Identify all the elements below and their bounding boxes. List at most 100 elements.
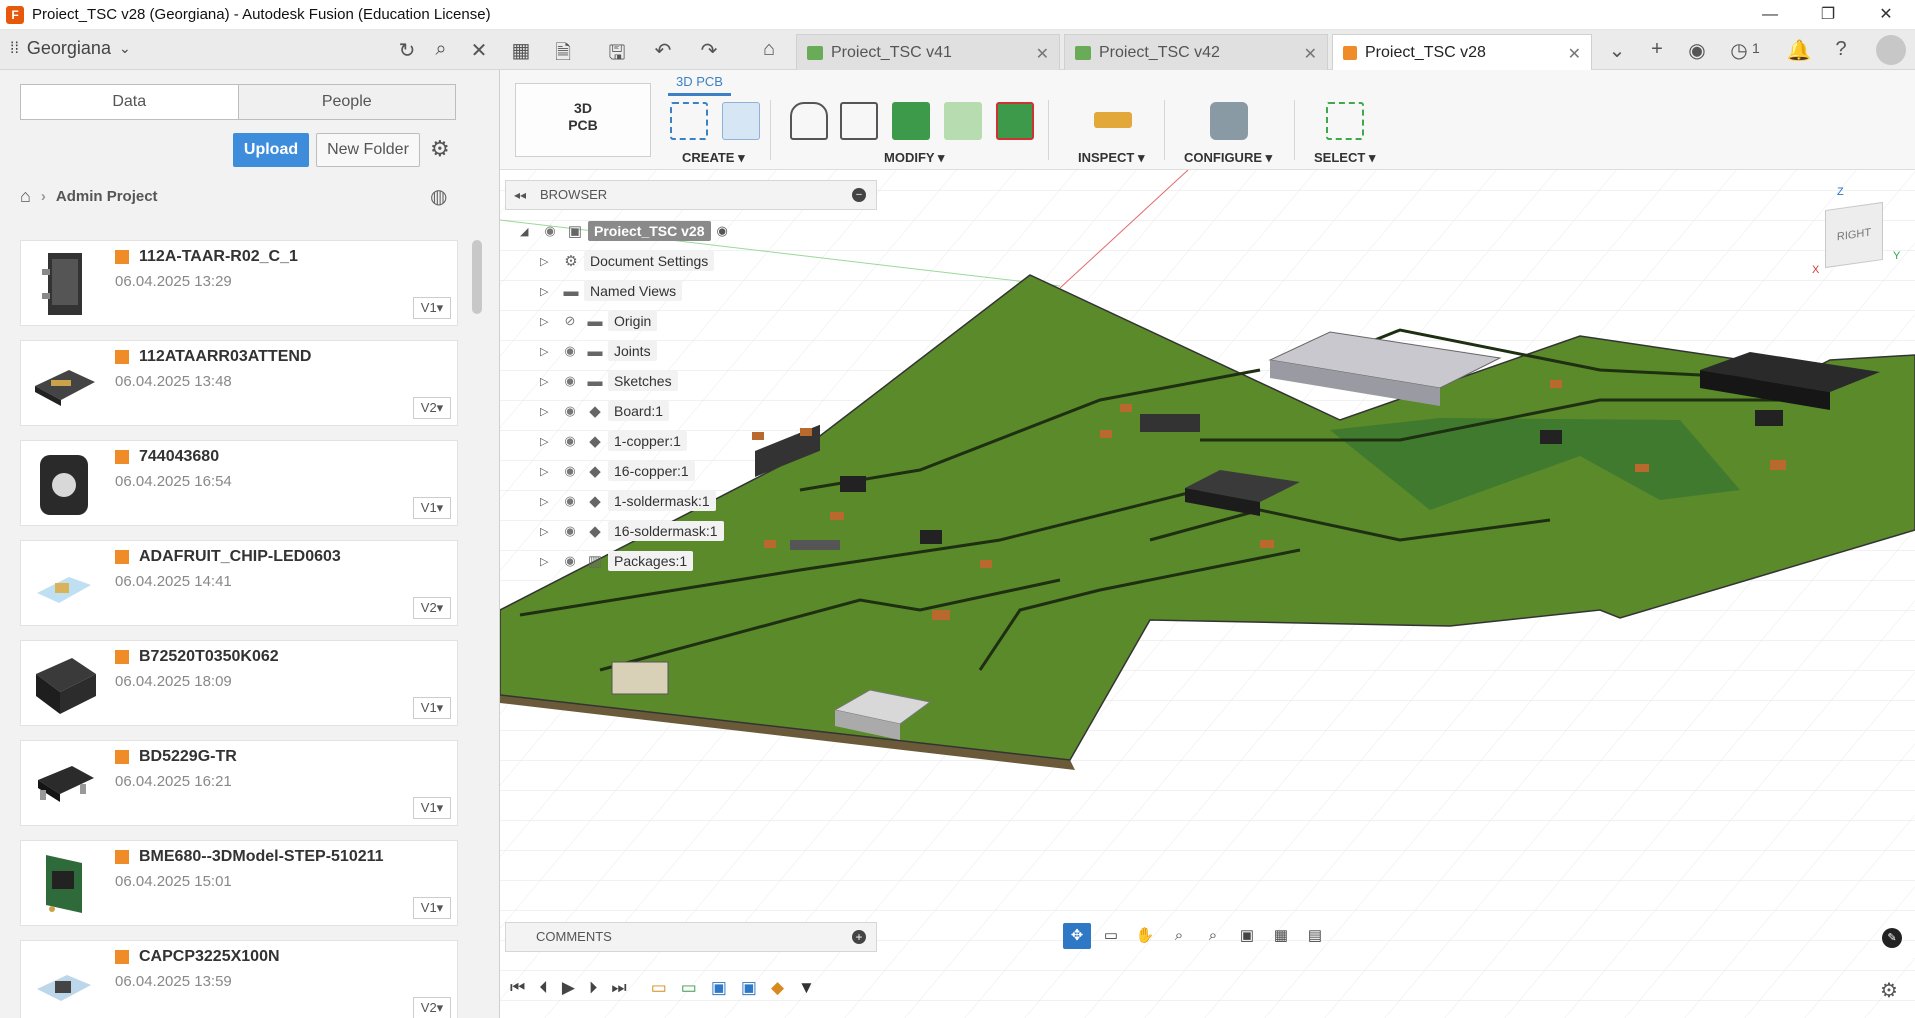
expand-triangle-icon[interactable]: ▷	[540, 255, 558, 268]
move-component-icon[interactable]	[840, 102, 878, 140]
display-settings-icon[interactable]: ▣	[1233, 923, 1261, 949]
version-dropdown[interactable]: V1▾	[413, 497, 451, 519]
create-menu[interactable]: CREATE ▾	[682, 150, 745, 166]
tab-proiect-v41[interactable]: Proiect_TSC v41 ✕	[796, 34, 1060, 70]
timeline-sketch-icon[interactable]: ▭	[651, 978, 667, 998]
undo-icon[interactable]: ↶	[650, 38, 676, 63]
new-folder-button[interactable]: New Folder	[316, 133, 420, 167]
expand-triangle-icon[interactable]: ▷	[540, 315, 558, 328]
home-tab-icon[interactable]: ⌂	[756, 38, 782, 61]
look-at-icon[interactable]: ▭	[1097, 923, 1125, 949]
tree-item[interactable]: ▷ ⊘ ▬ Origin	[540, 308, 658, 334]
pan-icon[interactable]: ✋	[1131, 923, 1159, 949]
go-to-end-icon[interactable]: ⏭	[611, 978, 626, 998]
minimize-icon[interactable]: —	[1741, 0, 1799, 30]
select-menu[interactable]: SELECT ▾	[1314, 150, 1375, 166]
view-cube[interactable]: RIGHT	[1825, 201, 1883, 269]
chat-icon[interactable]: ✎	[1882, 928, 1902, 948]
save-icon[interactable]: 🖫	[604, 38, 630, 72]
version-dropdown[interactable]: V2▾	[413, 397, 451, 419]
tree-item[interactable]: ▷ ◉ ◆ 16-soldermask:1	[540, 518, 724, 544]
activate-radio-icon[interactable]: ◉	[717, 223, 728, 239]
close-tab-icon[interactable]: ✕	[1036, 44, 1049, 64]
tree-item[interactable]: ▷ ⚙ Document Settings	[540, 248, 715, 274]
minimize-panel-icon[interactable]: –	[852, 188, 866, 202]
tab-data[interactable]: Data	[21, 85, 239, 119]
tree-item[interactable]: ▷ ◉ ▬ Joints	[540, 338, 657, 364]
eye-icon[interactable]: ◉	[558, 343, 582, 359]
search-icon[interactable]: ⌕	[428, 38, 454, 61]
comments-panel[interactable]: COMMENTS +	[505, 922, 877, 952]
version-dropdown[interactable]: V1▾	[413, 797, 451, 819]
design-viewport[interactable]: 3D PCB 3D PCB CREATE ▾ MODIFY ▾ INSPECT …	[500, 70, 1915, 1018]
expand-triangle-icon[interactable]: ▷	[540, 465, 558, 478]
globe-icon[interactable]: ◍	[430, 184, 447, 209]
breadcrumb-project[interactable]: Admin Project	[56, 188, 158, 205]
list-item[interactable]: 112ATAARR03ATTEND 06.04.2025 13:48 V2▾	[20, 340, 458, 426]
home-icon[interactable]: ⌂	[20, 186, 31, 207]
list-item[interactable]: BME680--3DModel-STEP-510211 06.04.2025 1…	[20, 840, 458, 926]
list-item[interactable]: ADAFRUIT_CHIP-LED0603 06.04.2025 14:41 V…	[20, 540, 458, 626]
tab-3d-pcb[interactable]: 3D PCB	[668, 74, 731, 96]
notifications-icon[interactable]: 🔔	[1786, 38, 1812, 63]
list-item[interactable]: 112A-TAAR-R02_C_1 06.04.2025 13:29 V1▾	[20, 240, 458, 326]
grid-settings-icon[interactable]: ▦	[1267, 923, 1295, 949]
help-icon[interactable]: ?	[1828, 38, 1854, 61]
eye-icon[interactable]: ◉	[558, 403, 582, 419]
close-tab-icon[interactable]: ✕	[1304, 44, 1317, 64]
component-ic-small[interactable]	[1140, 414, 1200, 432]
browser-panel-header[interactable]: ◂◂ BROWSER –	[505, 180, 877, 210]
redo-icon[interactable]: ↷	[696, 38, 722, 63]
measure-icon[interactable]	[1094, 112, 1132, 128]
timeline-settings-icon[interactable]: ⚙	[1880, 978, 1898, 1003]
expand-triangle-icon[interactable]: ▷	[540, 405, 558, 418]
zoom-icon[interactable]: ⌕	[1165, 923, 1193, 949]
timeline-marker[interactable]: ▼	[798, 978, 815, 998]
pcb-push-icon[interactable]	[892, 102, 930, 140]
expanded-triangle-icon[interactable]: ◢	[520, 225, 538, 238]
collapse-panel-icon[interactable]: ◂◂	[514, 181, 526, 209]
tree-root[interactable]: ◢ ◉ ▣ Proiect_TSC v28 ◉	[520, 218, 728, 244]
version-dropdown[interactable]: V2▾	[413, 997, 451, 1018]
upload-button[interactable]: Upload	[233, 133, 309, 167]
expand-triangle-icon[interactable]: ▷	[540, 555, 558, 568]
version-dropdown[interactable]: V1▾	[413, 897, 451, 919]
expand-triangle-icon[interactable]: ▷	[540, 525, 558, 538]
tree-item[interactable]: ▷ ◉ ▬ Sketches	[540, 368, 678, 394]
tab-people[interactable]: People	[238, 85, 455, 119]
expand-triangle-icon[interactable]: ▷	[540, 375, 558, 388]
configure-menu[interactable]: CONFIGURE ▾	[1184, 150, 1272, 166]
file-menu-icon[interactable]: 🗎	[550, 38, 576, 72]
version-dropdown[interactable]: V2▾	[413, 597, 451, 619]
timeline-pcb-icon[interactable]: ▭	[681, 978, 697, 998]
create-sketch-icon[interactable]	[670, 102, 708, 140]
version-dropdown[interactable]: V1▾	[413, 297, 451, 319]
select-window-icon[interactable]	[1326, 102, 1364, 140]
tab-proiect-v28[interactable]: Proiect_TSC v28 ✕	[1332, 34, 1592, 70]
pcb-3d-model[interactable]	[500, 70, 1915, 1018]
play-icon[interactable]: ▶	[562, 978, 575, 998]
pcb-edit-icon[interactable]	[996, 102, 1034, 140]
file-list-scrollbar[interactable]	[472, 240, 482, 314]
fit-icon[interactable]: ⌕	[1199, 923, 1227, 949]
create-shape-icon[interactable]	[722, 102, 760, 140]
expand-triangle-icon[interactable]: ▷	[540, 285, 558, 298]
eye-icon[interactable]: ◉	[558, 523, 582, 539]
timeline-image-icon[interactable]: ▣	[711, 978, 727, 998]
eye-icon[interactable]: ◉	[538, 223, 562, 239]
eye-icon[interactable]: ◉	[558, 553, 582, 569]
team-selector[interactable]: ⁞⁞ Georgiana ⌄	[10, 38, 131, 59]
go-to-start-icon[interactable]: ⏮	[510, 978, 525, 998]
close-tab-icon[interactable]: ✕	[1568, 44, 1581, 64]
timeline-component-icon[interactable]: ◆	[771, 978, 784, 998]
modify-menu[interactable]: MODIFY ▾	[884, 150, 944, 166]
timeline-image-icon[interactable]: ▣	[741, 978, 757, 998]
job-status-icon[interactable]: ◷	[1726, 38, 1752, 63]
avatar[interactable]	[1876, 35, 1906, 65]
list-item[interactable]: 744043680 06.04.2025 16:54 V1▾	[20, 440, 458, 526]
tree-item[interactable]: ▷ ◉ ◆ 16-copper:1	[540, 458, 695, 484]
step-forward-icon[interactable]: ⏵	[589, 978, 598, 998]
step-back-icon[interactable]: ⏴	[539, 978, 548, 998]
expand-triangle-icon[interactable]: ▷	[540, 345, 558, 358]
inspect-menu[interactable]: INSPECT ▾	[1078, 150, 1144, 166]
